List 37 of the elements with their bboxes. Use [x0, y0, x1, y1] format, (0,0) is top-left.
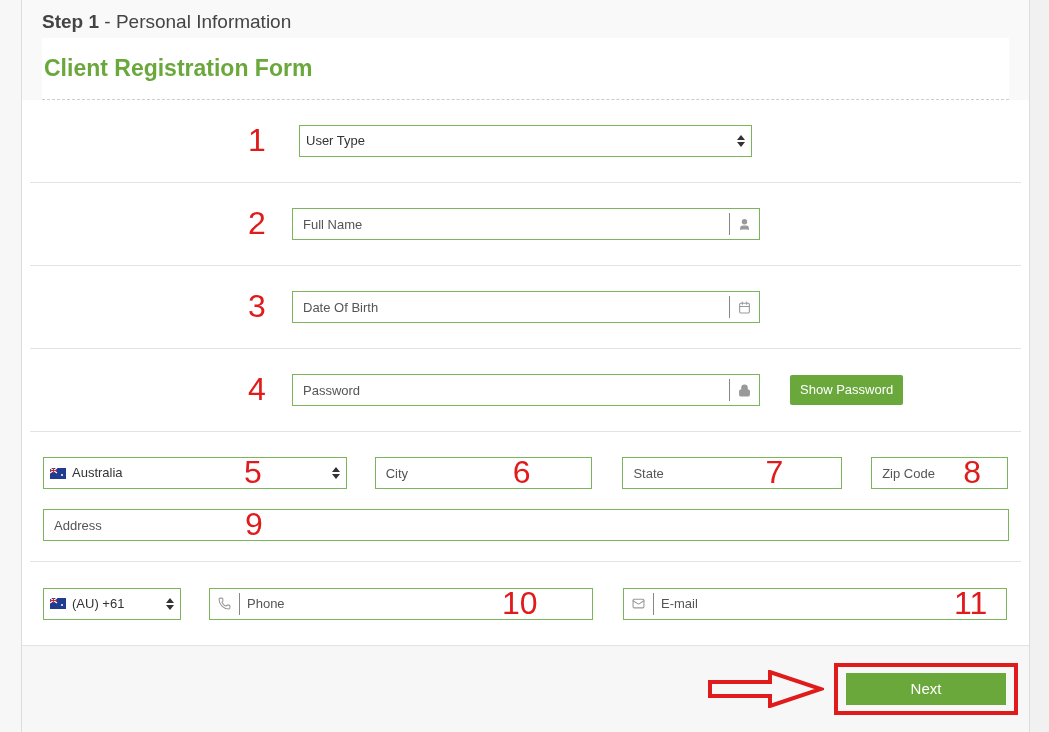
calendar-icon [738, 300, 751, 314]
annotation-number: 6 [512, 456, 531, 488]
annotation-number: 9 [245, 508, 263, 540]
phone-icon [218, 597, 231, 610]
annotation-number: 1 [248, 122, 266, 158]
form-title: Client Registration Form [44, 54, 313, 84]
step-heading: Step 1 - Personal Information [22, 0, 1029, 38]
input-group[interactable]: E-mail 11 [623, 587, 1007, 620]
next-button[interactable]: Next [846, 673, 1006, 705]
up-down-arrows-icon [331, 467, 340, 479]
input-group[interactable]: State 7 [622, 457, 843, 489]
annotation-number: 3 [248, 288, 266, 324]
select-field[interactable]: User Type [299, 125, 752, 157]
flag-icon [50, 598, 66, 609]
select-field[interactable]: (AU) +61 [43, 587, 181, 620]
input-group[interactable]: City 6 [374, 457, 593, 489]
input-group[interactable]: Zip Code 8 [871, 457, 1008, 489]
annotation-number: 10 [502, 586, 538, 619]
annotation-number: 7 [765, 456, 784, 488]
up-down-arrows-icon [737, 135, 745, 147]
annotation-number: 5 [244, 456, 262, 488]
input-group[interactable]: Address 9 [43, 509, 1009, 541]
annotation-number: 8 [963, 456, 981, 488]
annotation-number: 2 [248, 205, 266, 241]
select-value: Australia [72, 464, 123, 483]
select-field[interactable]: Australia 5 [43, 457, 347, 489]
up-down-arrows-icon [166, 597, 174, 610]
show-password-button[interactable]: Show Password [790, 375, 904, 405]
input-group[interactable]: Phone 10 [209, 587, 593, 620]
user-icon [738, 217, 751, 231]
flag-icon [50, 467, 66, 479]
lock-icon [738, 383, 751, 397]
select-value: User Type [306, 132, 365, 151]
envelope-icon [632, 597, 645, 610]
select-value: (AU) +61 [72, 594, 126, 613]
annotation-number: 11 [954, 586, 988, 619]
annotation-number: 4 [248, 371, 266, 407]
